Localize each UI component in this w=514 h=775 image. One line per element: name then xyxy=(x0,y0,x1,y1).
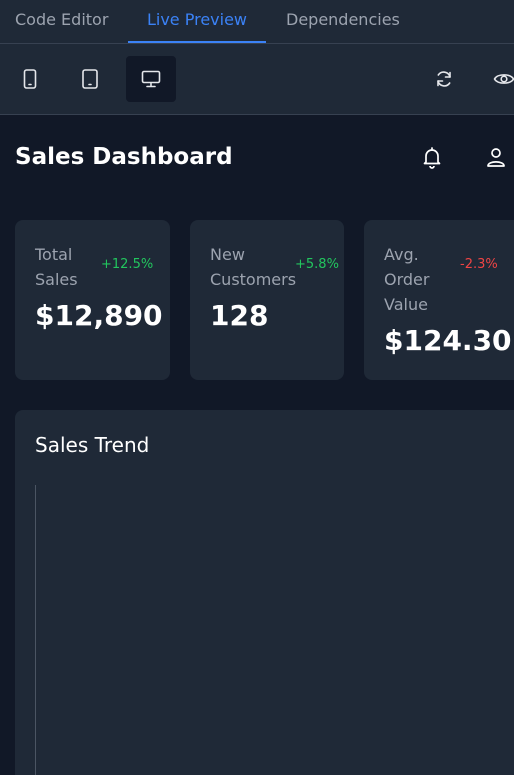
tab-bar: Code Editor Live Preview Dependencies xyxy=(0,0,514,44)
desktop-view-button[interactable] xyxy=(126,56,176,102)
preview-toolbar xyxy=(0,44,514,115)
mobile-view-button[interactable] xyxy=(7,56,53,102)
refresh-icon xyxy=(434,69,454,89)
card-label: Total Sales xyxy=(35,245,78,289)
desktop-icon xyxy=(141,70,161,88)
card-value: $12,890 xyxy=(35,299,163,332)
new-customers-card: New Customers +5.8% 128 xyxy=(190,220,344,380)
tab-dependencies[interactable]: Dependencies xyxy=(286,0,400,43)
card-label: Avg. Order Value xyxy=(384,245,430,314)
card-label: New Customers xyxy=(210,245,297,289)
mobile-icon xyxy=(21,69,39,89)
bell-icon[interactable] xyxy=(420,145,446,171)
sales-trend-title: Sales Trend xyxy=(35,433,150,457)
card-value: 128 xyxy=(210,299,269,332)
sales-trend-panel: Sales Trend xyxy=(15,410,514,775)
card-change: +5.8% xyxy=(295,257,339,272)
avg-order-value-card: Avg. Order Value -2.3% $124.30 xyxy=(364,220,514,380)
user-icon[interactable] xyxy=(484,145,510,171)
card-change: +12.5% xyxy=(101,257,154,272)
tablet-view-button[interactable] xyxy=(67,56,113,102)
tab-live-preview[interactable]: Live Preview xyxy=(128,0,266,43)
card-change: -2.3% xyxy=(460,257,498,272)
tablet-icon xyxy=(81,69,99,89)
refresh-button[interactable] xyxy=(421,56,467,102)
live-preview-window: Code Editor Live Preview Dependencies Sa… xyxy=(0,0,514,775)
eye-icon xyxy=(493,70,514,88)
card-value: $124.30 xyxy=(384,324,512,357)
preview-eye-button[interactable] xyxy=(481,56,514,102)
total-sales-card: Total Sales +12.5% $12,890 xyxy=(15,220,170,380)
preview-canvas: Sales Dashboard Total Sales +12.5% $12,8… xyxy=(0,115,514,775)
tab-code-editor[interactable]: Code Editor xyxy=(15,0,108,43)
chart-y-axis xyxy=(35,485,36,775)
page-title: Sales Dashboard xyxy=(15,144,233,170)
